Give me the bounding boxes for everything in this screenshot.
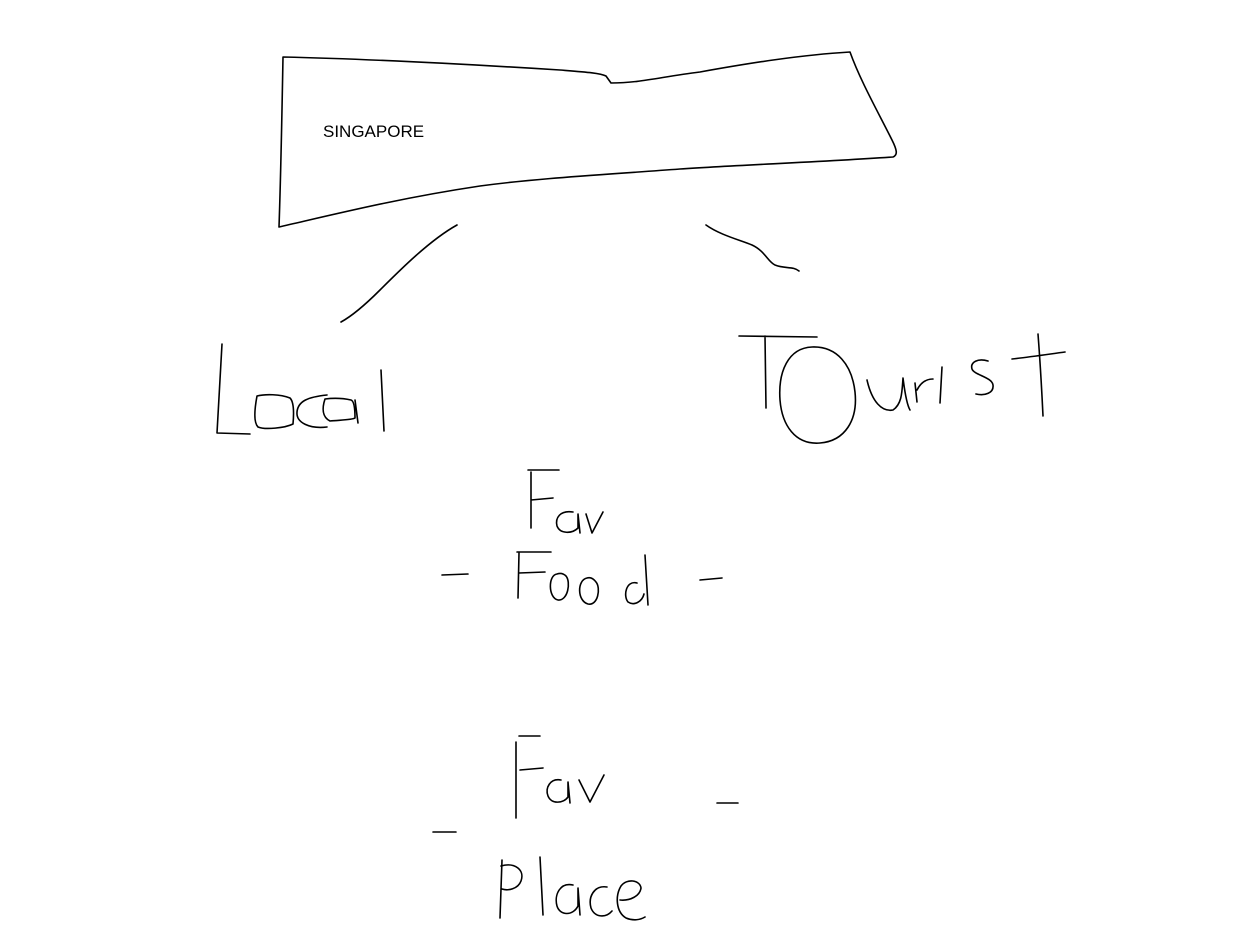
fav-food-line2-handwriting — [516, 551, 649, 606]
fav-food-line1-handwriting — [527, 469, 604, 534]
fav-place-line1-handwriting — [515, 735, 605, 819]
local-handwriting — [216, 343, 385, 435]
connector-to-local — [340, 224, 458, 323]
drawing-canvas: SINGAPORE Local Tourist Fav Food Fav Pla… — [0, 0, 1253, 939]
dash-left-food — [441, 573, 469, 576]
root-label-singapore: SINGAPORE — [323, 122, 425, 141]
connector-to-tourist — [705, 224, 800, 272]
hand-drawn-sketch — [216, 51, 1066, 921]
tourist-handwriting — [738, 333, 1066, 444]
dash-right-food — [699, 577, 723, 581]
fav-place-line2-handwriting — [499, 856, 646, 921]
